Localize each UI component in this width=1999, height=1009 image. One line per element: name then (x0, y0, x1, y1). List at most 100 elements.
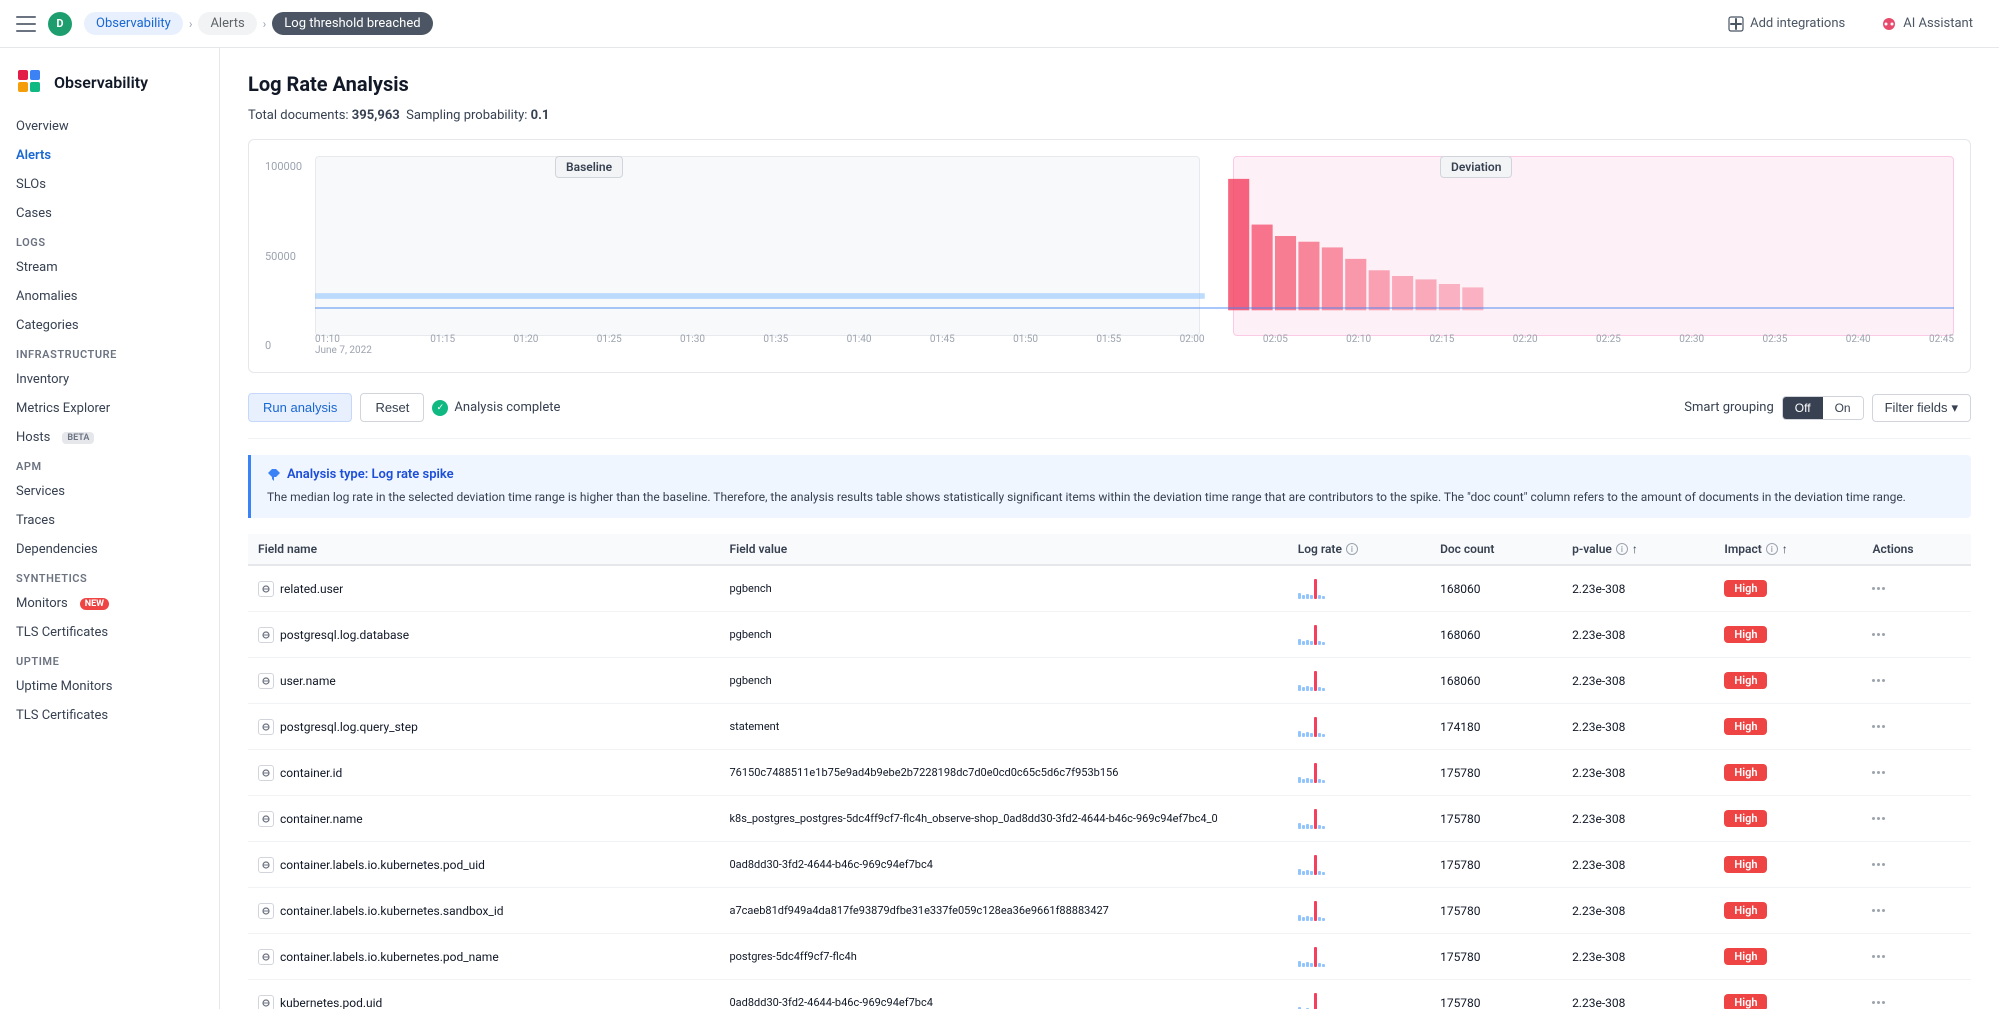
filter-fields-button[interactable]: Filter fields ▾ (1872, 394, 1971, 422)
toolbar-right: Smart grouping Off On Filter fields ▾ (1684, 394, 1971, 422)
user-avatar: D (48, 12, 72, 36)
impact-info-icon[interactable]: i (1766, 543, 1778, 555)
p-value-info-icon[interactable]: i (1616, 543, 1628, 555)
observability-logo-icon (16, 68, 44, 96)
field-name: postgresql.log.query_step (280, 720, 418, 734)
sidebar-logo: Observability (0, 60, 219, 112)
row-actions-button[interactable] (1872, 633, 1961, 636)
sidebar-item-alerts[interactable]: Alerts (0, 141, 219, 170)
row-actions-button[interactable] (1872, 909, 1961, 912)
sidebar-item-stream[interactable]: Stream (0, 253, 219, 282)
sampling-probability: 0.1 (531, 108, 550, 123)
sidebar-item-traces[interactable]: Traces (0, 506, 219, 535)
row-actions-button[interactable] (1872, 863, 1961, 866)
log-rate-mini-chart (1288, 888, 1430, 934)
row-actions-button[interactable] (1872, 587, 1961, 590)
sidebar-item-categories[interactable]: Categories (0, 311, 219, 340)
field-name: container.labels.io.kubernetes.pod_uid (280, 858, 485, 872)
log-rate-mini-chart (1288, 842, 1430, 888)
doc-count: 175780 (1430, 980, 1562, 1009)
sidebar-item-cases[interactable]: Cases (0, 199, 219, 228)
p-value: 2.23e-308 (1562, 796, 1714, 842)
sidebar-title: Observability (54, 73, 148, 92)
smart-grouping-toggle[interactable]: Off On (1782, 396, 1864, 420)
impact-cell: High (1714, 934, 1862, 980)
sidebar-item-slos[interactable]: SLOs (0, 170, 219, 199)
sidebar-item-anomalies[interactable]: Anomalies (0, 282, 219, 311)
reset-button[interactable]: Reset (360, 393, 424, 422)
chart-svg (315, 156, 1954, 316)
doc-count: 168060 (1430, 565, 1562, 612)
breadcrumb-current[interactable]: Log threshold breached (272, 12, 432, 35)
sidebar-item-uptime-monitors[interactable]: Uptime Monitors (0, 672, 219, 701)
field-name: user.name (280, 674, 336, 688)
field-value: pgbench (719, 612, 1287, 658)
row-actions-button[interactable] (1872, 679, 1961, 682)
breadcrumb-alerts[interactable]: Alerts (198, 12, 256, 35)
col-impact: Impact i ↑ (1714, 534, 1862, 565)
sidebar-item-hosts[interactable]: Hosts BETA (0, 423, 219, 452)
main-content: Log Rate Analysis Total documents: 395,9… (220, 48, 1999, 1009)
row-actions-button[interactable] (1872, 771, 1961, 774)
impact-badge: High (1724, 672, 1767, 689)
table-row: postgresql.log.database pgbench 168060 2… (248, 612, 1971, 658)
doc-count: 175780 (1430, 934, 1562, 980)
sidebar-section-logs: Logs (0, 228, 219, 253)
log-rate-mini-chart (1288, 565, 1430, 612)
col-p-value: p-value i ↑ (1562, 534, 1714, 565)
log-rate-info-icon[interactable]: i (1346, 543, 1358, 555)
field-type-icon (258, 995, 274, 1009)
actions-cell (1862, 704, 1971, 750)
sidebar-item-inventory[interactable]: Inventory (0, 365, 219, 394)
doc-count: 174180 (1430, 704, 1562, 750)
sidebar-item-metrics-explorer[interactable]: Metrics Explorer (0, 394, 219, 423)
field-type-icon (258, 811, 274, 827)
sidebar-item-monitors[interactable]: Monitors NEW (0, 589, 219, 618)
table-row: postgresql.log.query_step statement 1741… (248, 704, 1971, 750)
sidebar-item-tls-certs-synthetics[interactable]: TLS Certificates (0, 618, 219, 647)
p-value: 2.23e-308 (1562, 565, 1714, 612)
sidebar-item-tls-certs-uptime[interactable]: TLS Certificates (0, 701, 219, 730)
topbar: D Observability › Alerts › Log threshold… (0, 0, 1999, 48)
field-name: container.name (280, 812, 363, 826)
row-actions-button[interactable] (1872, 817, 1961, 820)
sidebar-item-services[interactable]: Services (0, 477, 219, 506)
field-type-icon (258, 949, 274, 965)
field-value: pgbench (719, 565, 1287, 612)
table-row: container.labels.io.kubernetes.pod_name … (248, 934, 1971, 980)
log-rate-mini-chart (1288, 704, 1430, 750)
actions-cell (1862, 658, 1971, 704)
field-type-icon (258, 673, 274, 689)
app-layout: Observability Overview Alerts SLOs Cases… (0, 48, 1999, 1009)
add-integrations-button[interactable]: Add integrations (1718, 10, 1855, 38)
table-row: container.labels.io.kubernetes.pod_uid 0… (248, 842, 1971, 888)
row-actions-button[interactable] (1872, 955, 1961, 958)
log-rate-mini-chart (1288, 980, 1430, 1009)
monitors-new-badge: NEW (80, 598, 109, 610)
col-doc-count: Doc count (1430, 534, 1562, 565)
toggle-on-button[interactable]: On (1823, 397, 1863, 419)
sidebar-item-overview[interactable]: Overview (0, 112, 219, 141)
add-integrations-icon (1728, 16, 1744, 32)
sidebar-item-dependencies[interactable]: Dependencies (0, 535, 219, 564)
field-name: related.user (280, 582, 343, 596)
actions-cell (1862, 980, 1971, 1009)
impact-cell: High (1714, 980, 1862, 1009)
run-analysis-button[interactable]: Run analysis (248, 393, 352, 422)
ai-assistant-button[interactable]: AI Assistant (1871, 10, 1983, 38)
pin-icon (267, 468, 281, 482)
breadcrumb: Observability › Alerts › Log threshold b… (84, 12, 433, 35)
check-icon: ✓ (432, 400, 448, 416)
impact-badge: High (1724, 580, 1767, 597)
sidebar-section-infrastructure: Infrastructure (0, 340, 219, 365)
menu-icon[interactable] (16, 16, 36, 32)
p-value-sort-icon[interactable]: ↑ (1632, 542, 1638, 556)
row-actions-button[interactable] (1872, 725, 1961, 728)
breadcrumb-observability[interactable]: Observability (84, 12, 183, 35)
impact-badge: High (1724, 948, 1767, 965)
impact-badge: High (1724, 718, 1767, 735)
impact-sort-icon[interactable]: ↑ (1782, 542, 1788, 556)
toggle-off-button[interactable]: Off (1783, 397, 1823, 419)
row-actions-button[interactable] (1872, 1001, 1961, 1004)
chart-y-axis: 100000 50000 0 (265, 156, 315, 356)
